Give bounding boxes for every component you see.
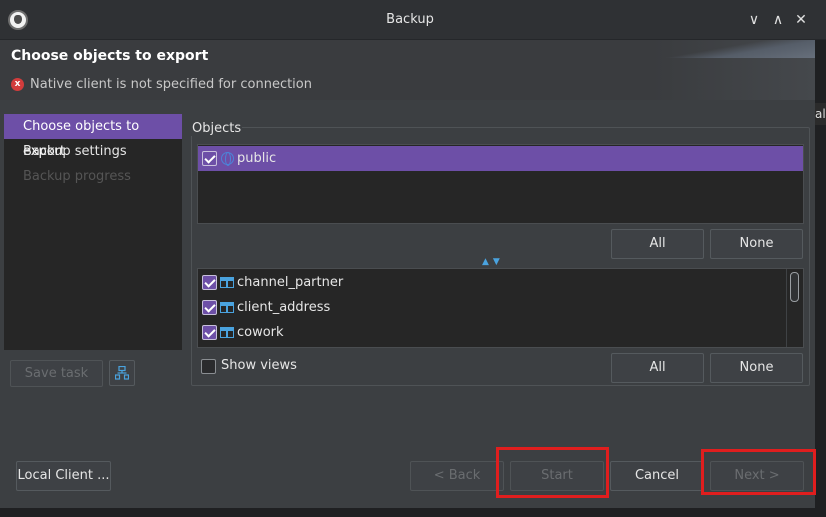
wizard-page-list: Choose objects to export Backup settings…: [4, 114, 182, 350]
table-icon: [220, 327, 234, 338]
next-button-highlight: [701, 449, 816, 495]
schemas-all-button[interactable]: All: [611, 229, 704, 259]
table-list-scrollbar[interactable]: [786, 269, 803, 347]
table-row[interactable]: client_address: [198, 295, 786, 320]
table-row[interactable]: cowork: [198, 320, 786, 345]
table-icon: [220, 302, 234, 313]
local-client-button[interactable]: Local Client ...: [16, 461, 111, 491]
table-row[interactable]: channel_partner: [198, 270, 786, 295]
nav-item-backup-progress: Backup progress: [23, 169, 131, 184]
wizard-header: Choose objects to export x Native client…: [0, 40, 815, 100]
background-window: al: [815, 40, 826, 517]
table-checkbox[interactable]: [202, 275, 217, 290]
table-icon: [220, 277, 234, 288]
show-views-checkbox[interactable]: [201, 359, 216, 374]
cancel-button[interactable]: Cancel: [610, 461, 704, 491]
schemas-none-button[interactable]: None: [710, 229, 803, 259]
table-name: channel_partner: [237, 275, 344, 290]
table-list[interactable]: channel_partner client_address cowork: [197, 268, 804, 348]
tables-all-button[interactable]: All: [611, 353, 704, 383]
splitter-handle[interactable]: ▲▼: [482, 258, 516, 267]
schema-checkbox[interactable]: [202, 151, 217, 166]
maximize-button[interactable]: ∧: [768, 10, 788, 30]
hierarchy-icon: [114, 365, 130, 380]
schema-name: public: [237, 151, 277, 166]
error-message: Native client is not specified for conne…: [30, 77, 312, 92]
page-title: Choose objects to export: [11, 48, 209, 64]
header-decoration: [665, 40, 815, 58]
title-bar: Backup ∨ ∧ ✕: [0, 0, 826, 40]
task-config-button[interactable]: [109, 360, 135, 386]
background-window-bottom: [0, 508, 826, 517]
close-button[interactable]: ✕: [791, 10, 811, 30]
back-button[interactable]: < Back: [410, 461, 504, 491]
start-button-highlight: [496, 447, 609, 498]
objects-group-label: Objects: [191, 121, 243, 136]
table-checkbox[interactable]: [202, 325, 217, 340]
schema-icon: [221, 152, 234, 166]
table-name: cowork: [237, 325, 284, 340]
window-title: Backup: [386, 12, 434, 27]
show-views-label[interactable]: Show views: [221, 358, 297, 373]
schema-list[interactable]: public: [197, 144, 804, 224]
save-task-button[interactable]: Save task: [10, 360, 103, 387]
nav-item-backup-settings[interactable]: Backup settings: [4, 139, 182, 164]
table-checkbox[interactable]: [202, 300, 217, 315]
schema-row-public[interactable]: public: [198, 146, 803, 171]
minimize-button[interactable]: ∨: [744, 10, 764, 30]
background-fragment: al: [815, 103, 826, 125]
tables-none-button[interactable]: None: [710, 353, 803, 383]
scrollbar-thumb[interactable]: [790, 272, 799, 302]
error-icon: x: [11, 78, 24, 91]
nav-item-choose-objects[interactable]: Choose objects to export: [4, 114, 182, 159]
table-name: client_address: [237, 300, 331, 315]
